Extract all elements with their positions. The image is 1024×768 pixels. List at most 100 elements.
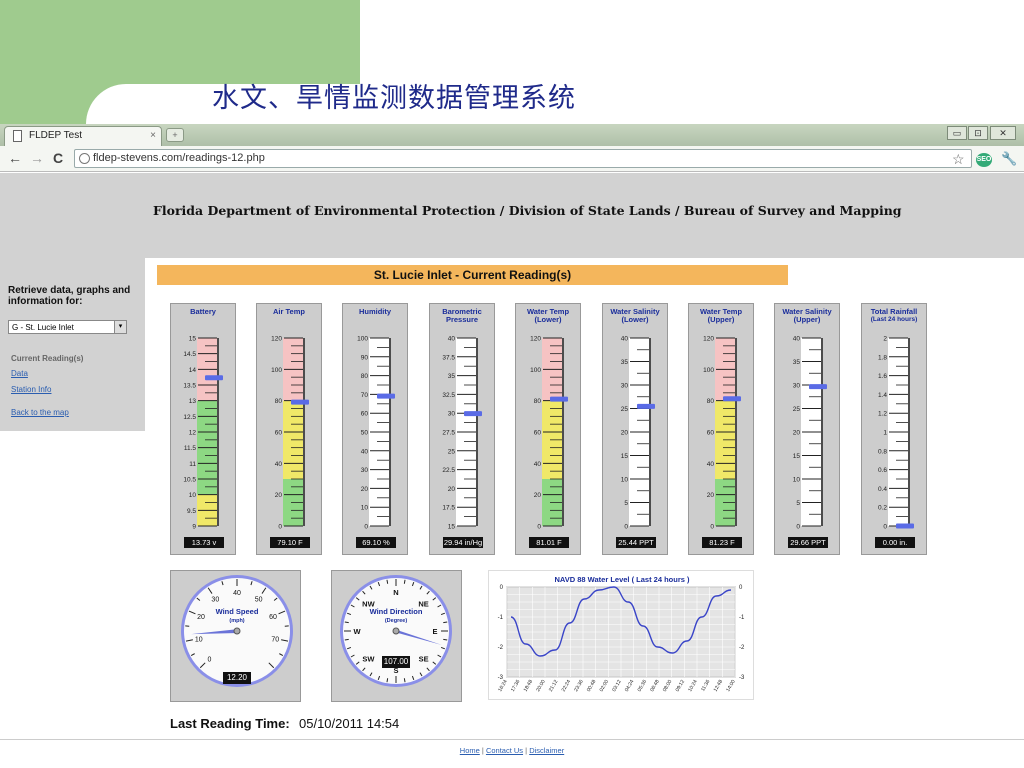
wind-speed-unit: (mph) <box>229 618 244 624</box>
x-tick-label: 21:12 <box>548 679 560 693</box>
gauge-3: Humidity 100 90 80 70 60 50 40 30 20 10 0 69.10 % <box>342 303 408 555</box>
gauge-tick-label: 0.4 <box>878 486 887 493</box>
tab-close-icon[interactable]: × <box>150 130 156 141</box>
gauge-value: 25.44 PPT <box>616 537 656 548</box>
dial-label: 40 <box>233 590 241 597</box>
gauge-title: Battery <box>190 307 216 316</box>
new-tab-button[interactable]: + <box>166 128 184 142</box>
gauge-scale: 40 35 30 25 20 15 10 5 0 <box>621 336 655 531</box>
gauge-tick-label: 10 <box>361 505 369 512</box>
gauge-tick-label: 35 <box>621 359 629 366</box>
gauge-tick-label: 0 <box>364 524 368 531</box>
gauge-tick-label: 40 <box>707 461 715 468</box>
gauge-7: Water Temp (Upper) 120 100 80 60 40 20 0 81.23 F <box>688 303 754 555</box>
y-tick-label: -3 <box>498 675 504 681</box>
gauge-2: Air Temp 120 100 80 60 40 20 0 79.10 F <box>256 303 322 555</box>
footer-link-disclaimer[interactable]: Disclaimer <box>529 746 564 755</box>
dial-label: 50 <box>255 597 263 604</box>
gauge-tick-label: 12.5 <box>183 414 196 421</box>
tab-title: FLDEP Test <box>29 130 82 141</box>
gauge-pointer <box>637 403 655 409</box>
gauge-value: 29.94 in/Hg <box>443 537 483 548</box>
star-icon[interactable]: ☆ <box>952 151 965 168</box>
gauge-tick-label: 12 <box>189 430 197 437</box>
dial-label: 20 <box>197 614 205 621</box>
footer-link-home[interactable]: Home <box>460 746 480 755</box>
dial-label: 0 <box>207 657 211 664</box>
x-tick-label: 00:48 <box>586 679 598 693</box>
gauge-tick-label: 22.5 <box>442 467 455 474</box>
gauge-tick-label: 40 <box>793 336 801 343</box>
gauge-value: 81.23 F <box>702 537 742 548</box>
chevron-down-icon[interactable]: ▾ <box>114 321 126 333</box>
water-level-chart: NAVD 88 Water Level ( Last 24 hours ) 16:… <box>488 570 754 700</box>
section-title: St. Lucie Inlet - Current Reading(s) <box>157 265 788 285</box>
gauge-tick-label: 14.5 <box>183 351 196 358</box>
forward-button[interactable]: → <box>30 150 44 166</box>
x-tick-label: 14:00 <box>725 679 737 693</box>
sidebar-link-station-info[interactable]: Station Info <box>11 385 51 394</box>
gauge-tick-label: 30 <box>448 411 456 418</box>
x-tick-label: 20:00 <box>535 679 547 693</box>
gauge-title: Air Temp <box>273 307 305 316</box>
station-select[interactable]: G - St. Lucie Inlet ▾ <box>8 320 127 334</box>
gauge-tick-label: 0.6 <box>878 467 887 474</box>
gauge-tick-label: 80 <box>275 398 283 405</box>
gauge-tick-label: 1.8 <box>878 354 887 361</box>
gauge-tick-label: 9.5 <box>187 508 196 515</box>
gauge-tick-label: 0 <box>710 524 714 531</box>
gauge-pointer <box>550 396 568 402</box>
gauge-tick-label: 0 <box>883 524 887 531</box>
gauge-tick-label: 80 <box>534 398 542 405</box>
reload-button[interactable]: C <box>53 150 63 166</box>
nav-bar: ← → C fldep-stevens.com/readings-12.php <box>0 146 1024 172</box>
compass-label-e: E <box>432 627 437 636</box>
gauge-tick-label: 1.4 <box>878 392 887 399</box>
gauge-tick-label: 40 <box>275 461 283 468</box>
gauge-pointer <box>291 399 309 405</box>
dial-tick <box>403 678 406 683</box>
wrench-icon[interactable]: 🔧 <box>1001 151 1017 167</box>
minimize-button[interactable]: ▭ <box>947 126 967 140</box>
gauge-tick-label: 1.6 <box>878 373 887 380</box>
seo-extension-icon[interactable]: SEO <box>976 153 992 167</box>
footer-link-contact[interactable]: Contact Us <box>486 746 523 755</box>
gauge-tick-label: 11.5 <box>184 445 197 452</box>
gauge-tick-label: 60 <box>707 430 715 437</box>
last-reading-label: Last Reading Time: <box>170 716 290 731</box>
gauge-9: Total Rainfall (Last 24 hours) 2 1.8 1.6 1.4 1… <box>861 303 927 555</box>
x-tick-label: 09:12 <box>675 679 687 693</box>
gauge-tick-label: 30 <box>621 383 629 390</box>
browser-tab[interactable]: FLDEP Test × <box>4 126 162 146</box>
dial-tick <box>344 621 349 624</box>
gauge-tick-label: 20 <box>793 430 801 437</box>
maximize-button[interactable]: ⊡ <box>968 126 988 140</box>
gauge-tick-label: 100 <box>530 367 541 374</box>
address-bar[interactable]: fldep-stevens.com/readings-12.php <box>74 149 972 168</box>
close-window-button[interactable]: ✕ <box>990 126 1016 140</box>
wind-speed-value: 12.20 <box>223 672 251 684</box>
sidebar-link-back-to-map[interactable]: Back to the map <box>11 408 69 417</box>
y-tick-label-right: 0 <box>739 585 743 591</box>
x-tick-label: 04:24 <box>624 679 636 693</box>
x-tick-label: 12:48 <box>713 679 725 693</box>
gauge-tick-label: 37.5 <box>442 354 455 361</box>
x-tick-label: 17:36 <box>510 679 522 693</box>
gauge-tick-label: 35 <box>793 359 801 366</box>
sidebar-link-data[interactable]: Data <box>11 369 28 378</box>
gauge-tick-label: 40 <box>621 336 629 343</box>
x-tick-label: 06:48 <box>649 679 661 693</box>
url-text: fldep-stevens.com/readings-12.php <box>93 152 265 164</box>
gauge-tick-label: 40 <box>361 448 369 455</box>
y-tick-label: 0 <box>500 585 504 591</box>
gauge-tick-label: 20 <box>448 486 456 493</box>
gauge-tick-label: 10.5 <box>183 477 196 484</box>
wind-speed-dial: 0 10 20 30 40 50 60 70 Wind Speed (mph) 12.20 <box>170 570 301 702</box>
dial-tick <box>386 579 389 584</box>
back-button[interactable]: ← <box>8 150 22 166</box>
gauge-tick-label: 40 <box>534 461 542 468</box>
gauge-tick-label: 13.5 <box>183 383 196 390</box>
gauge-5: Water Temp (Lower) 120 100 80 60 40 20 0 81.01 F <box>515 303 581 555</box>
gauge-value: 79.10 F <box>270 537 310 548</box>
gauge-tick-label: 27.5 <box>442 430 455 437</box>
